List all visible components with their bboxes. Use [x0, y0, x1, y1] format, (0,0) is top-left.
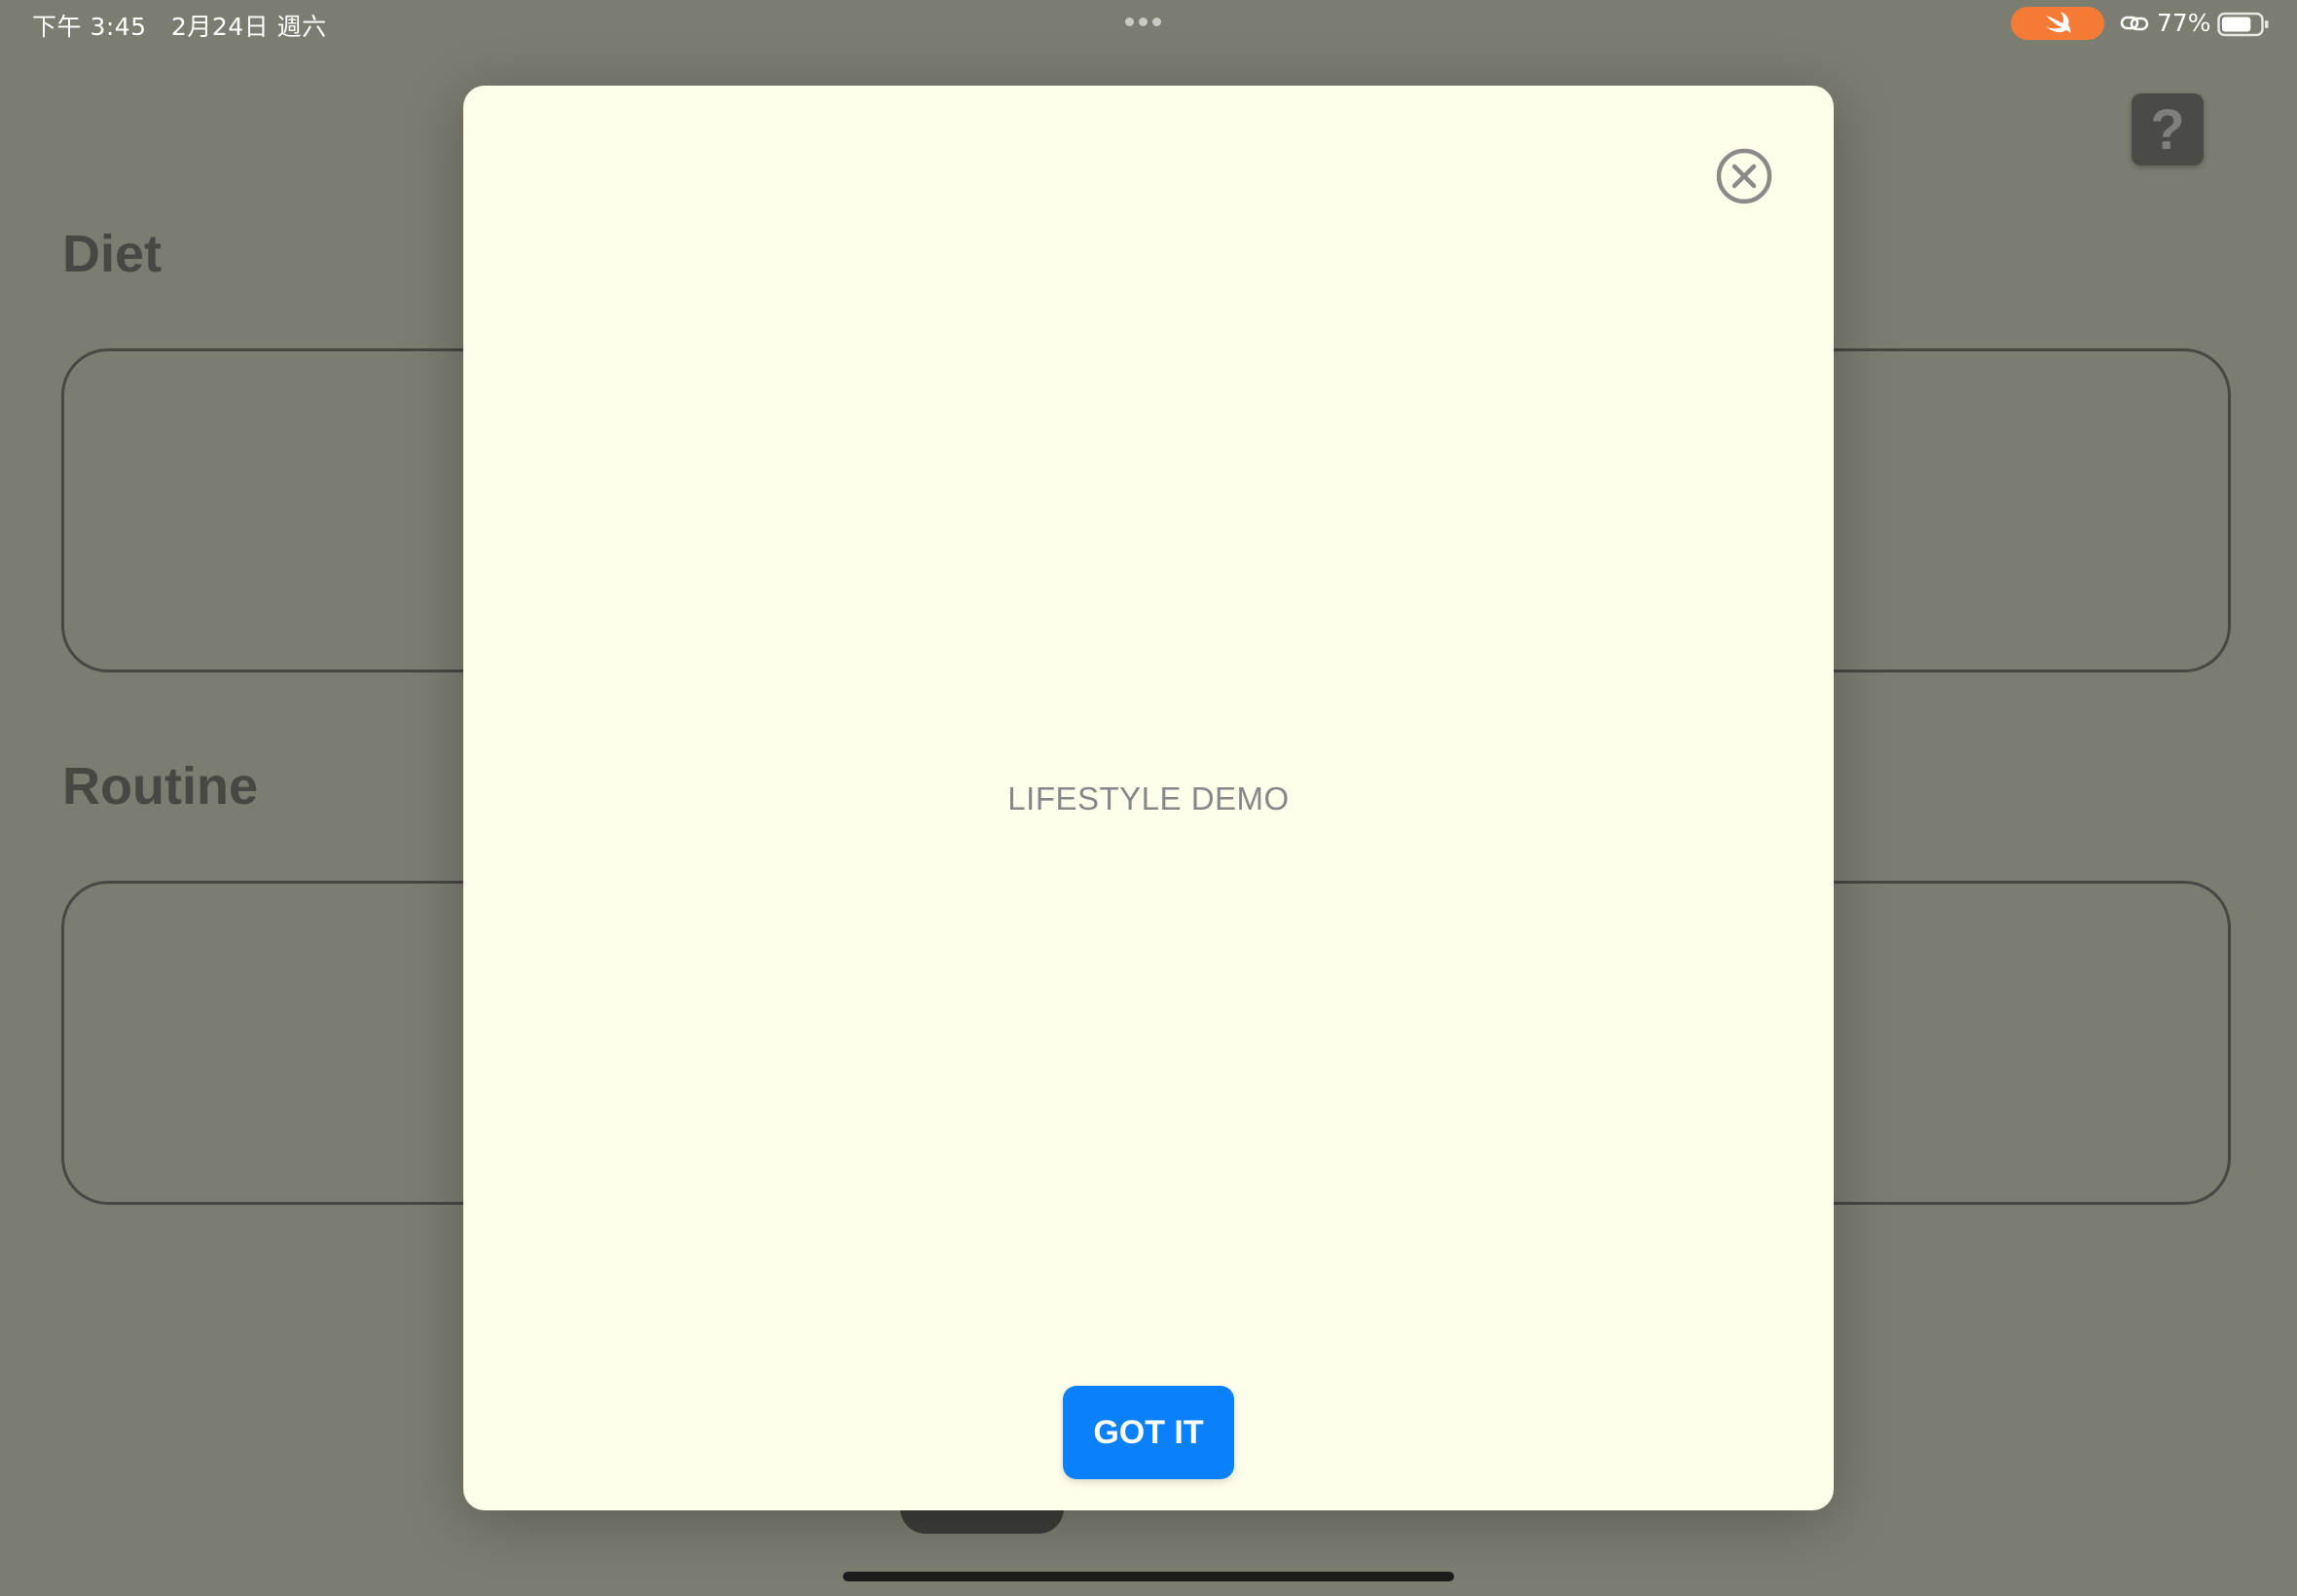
help-button[interactable]: ? [2132, 93, 2204, 165]
status-bar: 下午 3:45 2月24日 週六 77% [0, 0, 2297, 47]
got-it-button[interactable]: GOT IT [1063, 1386, 1234, 1479]
swift-icon [2046, 12, 2071, 33]
close-button[interactable] [1715, 147, 1773, 205]
diet-section-title: Diet [62, 225, 163, 283]
link-icon [2120, 16, 2149, 31]
status-time-date: 下午 3:45 2月24日 週六 [32, 13, 327, 41]
close-circle-icon [1716, 148, 1772, 204]
lifestyle-demo-modal: LIFESTYLE DEMO GOT IT [463, 86, 1834, 1510]
home-indicator[interactable] [843, 1572, 1454, 1581]
swift-playgrounds-indicator[interactable] [2011, 7, 2104, 40]
multitasking-menu-icon[interactable] [1125, 18, 1161, 26]
battery-icon [2217, 12, 2269, 37]
routine-section-title: Routine [62, 757, 258, 816]
modal-caption: LIFESTYLE DEMO [1007, 780, 1290, 816]
battery-percentage: 77% [2157, 9, 2211, 37]
